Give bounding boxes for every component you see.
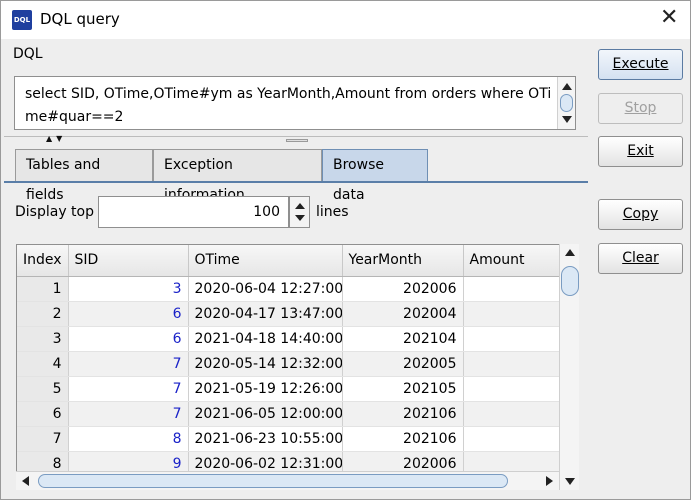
split-pane-divider[interactable]: ▲▼ [4,134,588,143]
dql-app-icon: DQL [12,10,32,30]
tab-exception-information[interactable]: Exception information [153,149,322,203]
data-table: Index SID OTime YearMonth Amount 1 3 202… [17,245,578,477]
dql-query-dialog: DQL DQL query ✕ DQL select SID, OTime,OT… [0,0,691,500]
tab-divider [4,181,588,183]
display-top-spinner[interactable] [289,196,310,228]
grid-vertical-thumb[interactable] [561,266,579,296]
grid-horizontal-thumb[interactable] [38,474,508,488]
query-scrollbar[interactable] [557,77,575,129]
cell-yearmonth[interactable]: 202106 [342,401,464,427]
cell-index: 5 [17,376,69,402]
table-row[interactable]: 7 8 2021-06-23 10:55:00 202106 5 [17,426,578,452]
table-row[interactable]: 2 6 2020-04-17 13:47:00 202004 3 [17,301,578,327]
table-header-row: Index SID OTime YearMonth Amount [17,245,578,277]
column-header-yearmonth[interactable]: YearMonth [342,245,464,277]
execute-button[interactable]: Execute [598,49,683,80]
clear-button[interactable]: Clear [598,243,683,274]
window-title: DQL query [40,10,120,28]
cell-yearmonth[interactable]: 202005 [342,351,464,377]
table-row[interactable]: 6 7 2021-06-05 12:00:00 202106 8 [17,401,578,427]
tab-browse-data[interactable]: Browse data [322,149,428,203]
title-bar: DQL DQL query ✕ [1,1,690,39]
cell-index: 2 [17,301,69,327]
scroll-down-icon[interactable] [565,478,575,485]
cell-otime[interactable]: 2021-05-19 12:26:00 [188,376,343,402]
cell-sid[interactable]: 7 [68,401,189,427]
cell-sid[interactable]: 6 [68,301,189,327]
cell-sid[interactable]: 7 [68,351,189,377]
lines-label: lines [316,204,349,220]
scroll-left-icon[interactable] [22,476,29,486]
copy-button[interactable]: Copy [598,199,683,230]
cell-yearmonth[interactable]: 202004 [342,301,464,327]
table-row[interactable]: 5 7 2021-05-19 12:26:00 202105 2 [17,376,578,402]
cell-index: 6 [17,401,69,427]
cell-otime[interactable]: 2021-06-23 10:55:00 [188,426,343,452]
cell-yearmonth[interactable]: 202105 [342,376,464,402]
data-grid[interactable]: Index SID OTime YearMonth Amount 1 3 202… [16,244,579,490]
split-collapse-arrows-icon[interactable]: ▲▼ [46,134,66,143]
cell-otime[interactable]: 2020-05-14 12:32:00 [188,351,343,377]
column-header-index[interactable]: Index [17,245,69,277]
grid-vertical-scrollbar[interactable] [559,244,579,490]
scroll-up-icon[interactable] [562,83,572,90]
close-icon[interactable]: ✕ [660,5,678,30]
cell-index: 7 [17,426,69,452]
spinner-up-icon[interactable] [295,203,305,209]
cell-sid[interactable]: 8 [68,426,189,452]
dql-label: DQL [13,46,43,62]
query-scroll-thumb[interactable] [560,94,573,112]
display-top-input[interactable]: 100 [98,196,289,228]
display-top-label: Display top [15,204,94,220]
grid-horizontal-scrollbar[interactable] [16,471,559,490]
cell-yearmonth[interactable]: 202104 [342,326,464,352]
tab-tables-and-fields[interactable]: Tables and fields [15,149,153,203]
split-grip-handle[interactable] [286,139,308,142]
column-header-sid[interactable]: SID [68,245,189,277]
table-row[interactable]: 1 3 2020-06-04 12:27:00 202006 2 [17,276,578,302]
scroll-up-icon[interactable] [565,249,575,256]
query-text[interactable]: select SID, OTime,OTime#ym as YearMonth,… [25,83,555,129]
cell-otime[interactable]: 2021-04-18 14:40:00 [188,326,343,352]
cell-otime[interactable]: 2020-06-04 12:27:00 [188,276,343,302]
query-editor[interactable]: select SID, OTime,OTime#ym as YearMonth,… [14,76,576,130]
cell-sid[interactable]: 3 [68,276,189,302]
cell-sid[interactable]: 6 [68,326,189,352]
spinner-down-icon[interactable] [295,215,305,221]
cell-yearmonth[interactable]: 202006 [342,276,464,302]
table-row[interactable]: 4 7 2020-05-14 12:32:00 202005 7 [17,351,578,377]
stop-button[interactable]: Stop [598,93,683,124]
cell-otime[interactable]: 2021-06-05 12:00:00 [188,401,343,427]
cell-otime[interactable]: 2020-04-17 13:47:00 [188,301,343,327]
column-header-otime[interactable]: OTime [188,245,343,277]
table-row[interactable]: 3 6 2021-04-18 14:40:00 202104 1 [17,326,578,352]
cell-sid[interactable]: 7 [68,376,189,402]
scroll-down-icon[interactable] [562,116,572,123]
cell-yearmonth[interactable]: 202106 [342,426,464,452]
cell-index: 1 [17,276,69,302]
cell-index: 3 [17,326,69,352]
cell-index: 4 [17,351,69,377]
exit-button[interactable]: Exit [598,136,683,167]
scroll-right-icon[interactable] [546,476,553,486]
